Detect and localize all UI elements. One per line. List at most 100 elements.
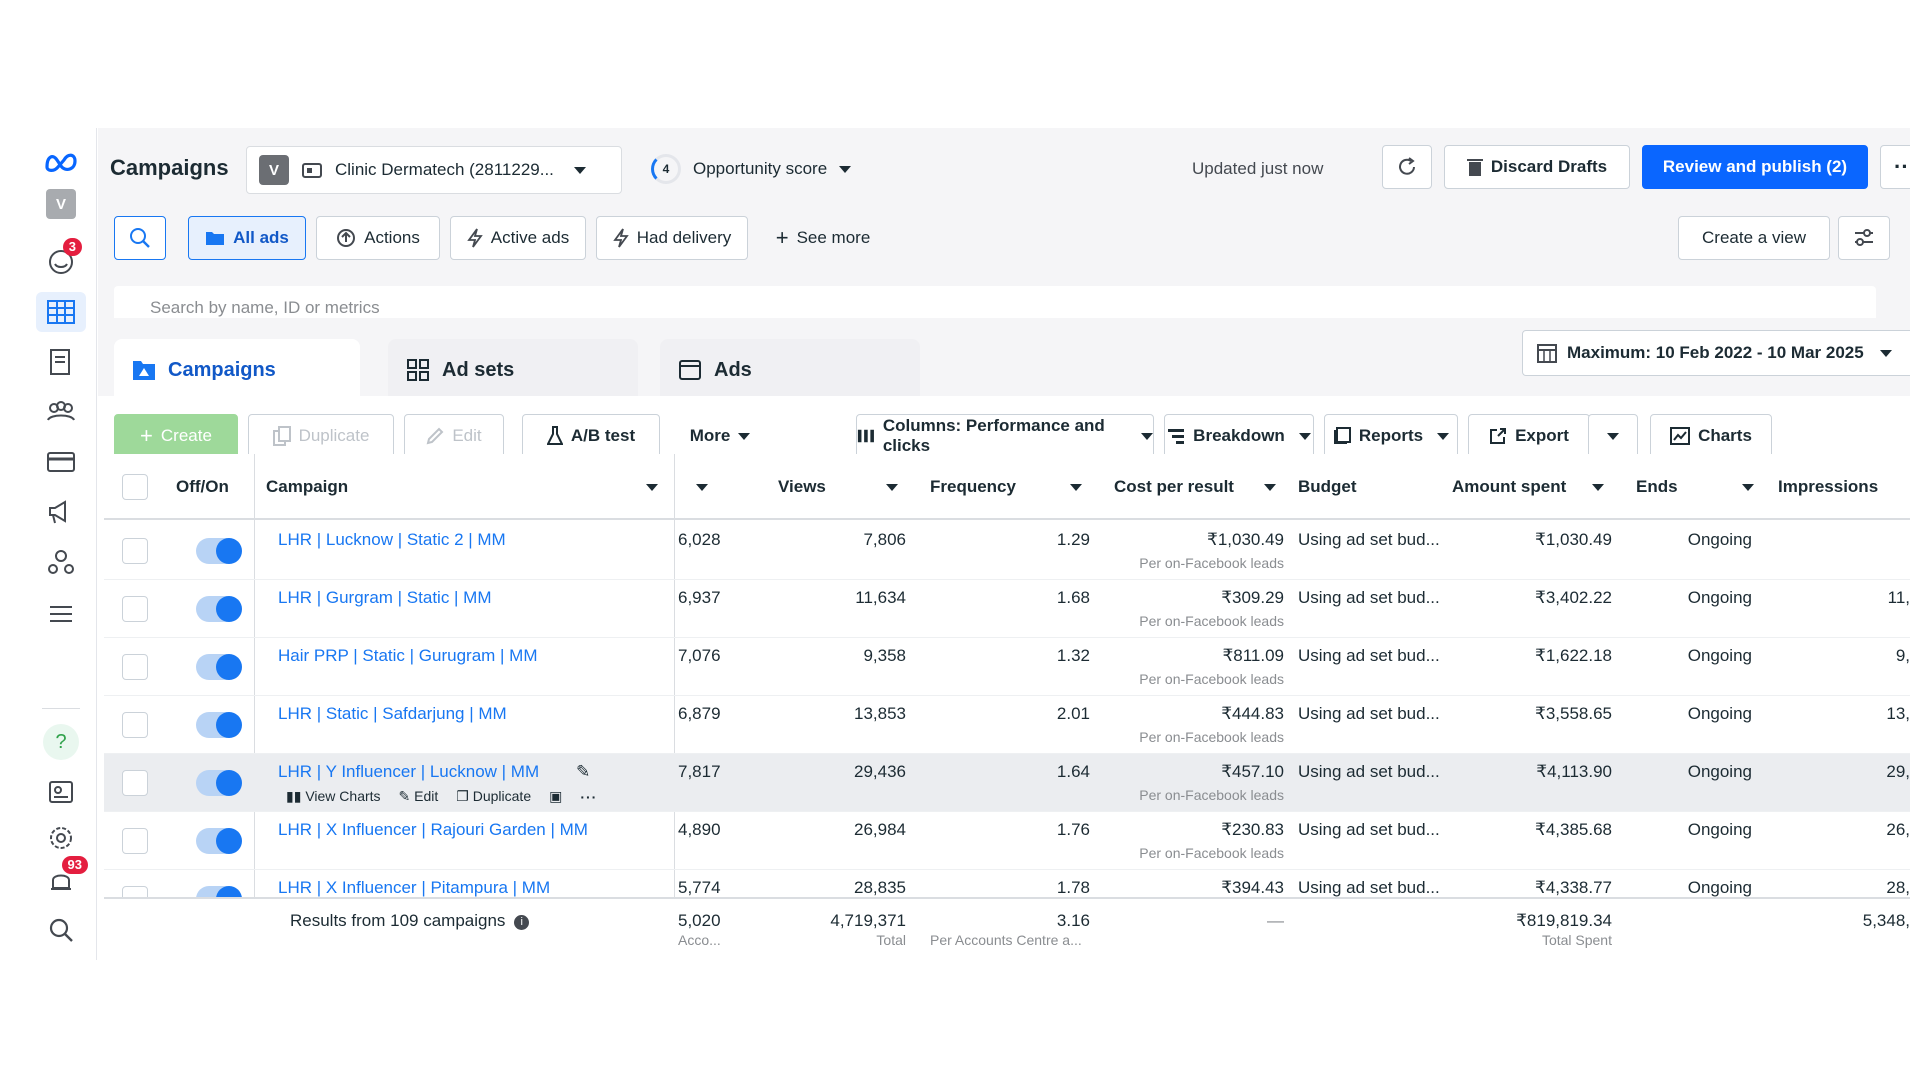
more-dots-icon[interactable]: ··· [580,789,597,805]
all-ads-filter[interactable]: All ads [188,216,306,260]
meta-logo-icon[interactable] [36,142,86,182]
create-view-button[interactable]: Create a view [1678,216,1830,260]
col-campaign[interactable]: Campaign [266,454,666,520]
ab-test-button[interactable]: A/B test [522,414,660,458]
campaign-toggle[interactable] [196,770,242,796]
campaign-name-link[interactable]: Hair PRP | Static | Gurugram | MM [278,646,538,666]
edit-link-label: Edit [414,788,439,804]
active-ads-filter[interactable]: Active ads [450,216,586,260]
audiences-icon[interactable] [36,392,86,432]
campaign-toggle[interactable] [196,654,242,680]
tab-campaigns[interactable]: Campaigns [114,339,360,401]
campaign-toggle[interactable] [196,828,242,854]
impressions-value: 29, [1886,762,1910,781]
export-button[interactable]: Export [1468,414,1590,458]
duplicate-link[interactable]: ❐ Duplicate [456,788,531,805]
had-delivery-filter[interactable]: Had delivery [596,216,748,260]
create-button[interactable]: + Create [114,414,238,458]
table-row[interactable]: LHR | Y Influencer | Lucknow | MM 7,817 29… [104,754,1910,812]
columns-dropdown[interactable]: Columns: Performance and clicks [856,414,1154,458]
row-checkbox[interactable] [122,538,148,564]
col-amount-spent[interactable]: Amount spent [1452,454,1612,520]
table-row[interactable]: Hair PRP | Static | Gurugram | MM 7,076 9,… [104,638,1910,696]
col-ends[interactable]: Ends [1636,454,1762,520]
select-all-checkbox[interactable] [122,474,148,500]
actions-filter[interactable]: Actions [316,216,440,260]
frequency-value: 1.29 [1056,530,1090,549]
page-tools-icon[interactable] [36,772,86,812]
row-hover-actions: ▮▮ View Charts ✎ Edit ❐ Duplicate ▣ ··· [286,788,597,805]
ads-manager-window: V 3 ? 93 Campaigns V Clinic Dermatech (2… [26,128,1910,960]
row-checkbox[interactable] [122,828,148,854]
search-toggle-button[interactable] [114,216,166,260]
campaign-name-link[interactable]: LHR | X Influencer | Rajouri Garden | MM [278,820,588,840]
review-publish-button[interactable]: Review and publish (2) [1642,145,1868,189]
edit-button[interactable]: Edit [404,414,504,458]
budget-value: Using ad set bud... [1298,762,1440,781]
pencil-icon[interactable]: ✎ [576,762,590,782]
page-title: Campaigns [110,155,229,180]
edit-label: Edit [452,426,482,445]
campaign-toggle[interactable] [196,596,242,622]
duplicate-button[interactable]: Duplicate [248,414,394,458]
col-reach-sort[interactable] [678,454,714,520]
row-checkbox[interactable] [122,596,148,622]
campaign-name-link[interactable]: LHR | Gurgram | Static | MM [278,588,492,608]
notifications-icon[interactable]: 3 [36,238,86,282]
search-icon[interactable] [36,910,86,950]
campaign-name-link[interactable]: LHR | Static | Safdarjung | MM [278,704,507,724]
tab-ads[interactable]: Ads [660,339,920,401]
export-options-dropdown[interactable] [1588,414,1638,458]
breakdown-dropdown[interactable]: Breakdown [1164,414,1314,458]
date-range-label: Maximum: 10 Feb 2022 - 10 Mar 2025 [1567,343,1864,362]
more-dropdown[interactable]: More [670,414,770,458]
actions-icon [337,229,356,247]
see-more-filter[interactable]: + See more [758,216,888,260]
reports-icon[interactable] [36,342,86,382]
table-row[interactable]: LHR | X Influencer | Rajouri Garden | MM… [104,812,1910,870]
row-checkbox[interactable] [122,654,148,680]
toggle-knob [216,654,242,680]
reports-dropdown[interactable]: Reports [1324,414,1458,458]
col-frequency[interactable]: Frequency [930,454,1090,520]
billing-icon[interactable] [36,442,86,482]
campaigns-table-icon[interactable] [36,292,86,332]
date-range-picker[interactable]: Maximum: 10 Feb 2022 - 10 Mar 2025 [1522,330,1910,376]
refresh-button[interactable] [1382,145,1432,189]
campaign-name-link[interactable]: LHR | X Influencer | Pitampura | MM [278,878,550,898]
image-icon[interactable]: ▣ [549,788,562,805]
more-dots-icon: ··· [1894,154,1910,179]
account-avatar[interactable]: V [36,184,86,224]
tab-ad-sets[interactable]: Ad sets [388,339,638,401]
all-tools-menu-icon[interactable] [36,594,86,634]
campaign-toggle[interactable] [196,538,242,564]
row-checkbox[interactable] [122,712,148,738]
megaphone-icon[interactable] [36,492,86,532]
col-cost-per-result[interactable]: Cost per result [1114,454,1284,520]
opportunity-count: 4 [662,162,670,176]
col-views[interactable]: Views [778,454,906,520]
discard-drafts-button[interactable]: Discard Drafts [1444,145,1630,189]
campaign-name-link[interactable]: LHR | Y Influencer | Lucknow | MM [278,762,539,782]
col-amount-label: Amount spent [1452,477,1567,496]
amount-spent-value: ₹3,558.65 [1535,704,1612,723]
customize-settings-button[interactable] [1838,216,1890,260]
info-icon[interactable]: i [514,915,530,930]
bell-icon[interactable]: 93 [36,856,88,902]
campaign-name-link[interactable]: LHR | Lucknow | Static 2 | MM [278,530,506,550]
help-icon[interactable]: ? [36,722,86,762]
more-options-button[interactable]: ··· [1880,145,1910,189]
footer-results: Results from 109 campaigns i [290,911,530,931]
edit-link[interactable]: ✎ Edit [399,788,439,805]
table-row[interactable]: LHR | Static | Safdarjung | MM 6,879 13,85… [104,696,1910,754]
opportunity-score[interactable]: 4 Opportunity score [651,154,852,184]
row-checkbox[interactable] [122,770,148,796]
view-charts-link[interactable]: ▮▮ View Charts [286,788,381,805]
account-selector[interactable]: V Clinic Dermatech (2811229... [246,146,622,194]
campaign-toggle[interactable] [196,712,242,738]
business-network-icon[interactable] [36,542,86,582]
table-row[interactable]: LHR | Gurgram | Static | MM 6,937 11,634 1.… [104,580,1910,638]
settings-gear-icon[interactable] [36,818,86,858]
charts-button[interactable]: Charts [1650,414,1772,458]
table-row[interactable]: LHR | Lucknow | Static 2 | MM 6,028 7,806 1… [104,522,1910,580]
